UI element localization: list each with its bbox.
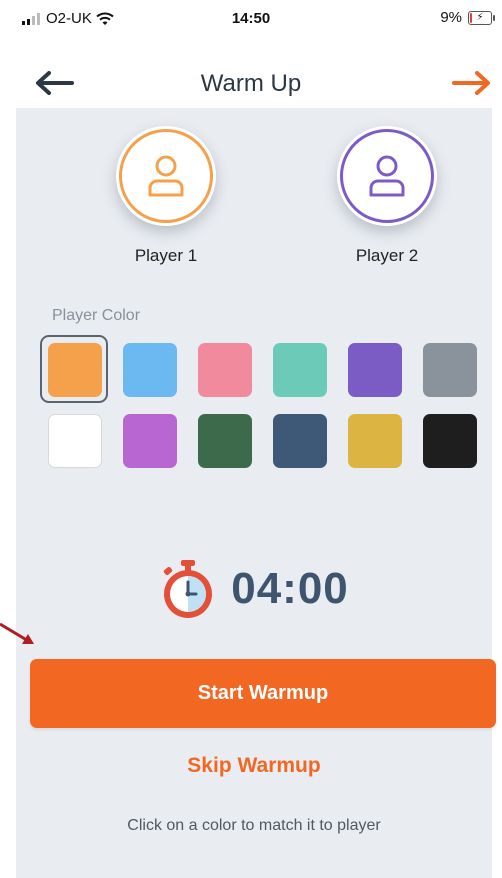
player-2-name: Player 2 xyxy=(355,246,419,265)
color-swatch[interactable] xyxy=(123,414,177,468)
player-2-avatar[interactable] xyxy=(337,126,437,226)
player-color-label: Player Color xyxy=(52,307,141,324)
battery-percent: 9% xyxy=(440,9,462,26)
color-swatch[interactable] xyxy=(423,343,477,397)
nav-header: Warm Up xyxy=(0,58,502,108)
user-icon xyxy=(369,155,405,197)
status-bar: O2-UK 14:50 9% ⚡ xyxy=(0,0,502,40)
start-warmup-button[interactable]: Start Warmup xyxy=(30,659,496,728)
color-swatch[interactable] xyxy=(273,343,327,397)
player-1-avatar[interactable] xyxy=(116,126,216,226)
timer-value: 04:00 xyxy=(231,564,349,613)
status-time: 14:50 xyxy=(231,10,271,27)
annotation-arrow-icon xyxy=(0,622,34,644)
color-swatch[interactable] xyxy=(348,343,402,397)
battery-info: 9% ⚡ xyxy=(440,9,495,26)
skip-warmup-button[interactable]: Skip Warmup xyxy=(16,754,492,778)
stopwatch-icon xyxy=(164,560,213,618)
player-2[interactable]: Player 2 xyxy=(312,126,462,266)
color-swatch[interactable] xyxy=(198,414,252,468)
page-title: Warm Up xyxy=(200,70,302,97)
selected-swatch-ring xyxy=(40,335,108,403)
warmup-panel: Player 1 Player 2 Player Color 04:00 Sta… xyxy=(16,108,496,878)
color-swatch[interactable] xyxy=(273,414,327,468)
color-hint-text: Click on a color to match it to player xyxy=(127,817,381,834)
color-swatch[interactable] xyxy=(48,414,102,468)
battery-icon: ⚡ xyxy=(468,10,495,25)
players-row: Player 1 Player 2 xyxy=(16,126,492,276)
player-1[interactable]: Player 1 xyxy=(91,126,241,266)
user-icon xyxy=(148,155,184,197)
color-swatch[interactable] xyxy=(198,343,252,397)
color-swatch[interactable] xyxy=(123,343,177,397)
warmup-timer: 04:00 xyxy=(16,558,492,620)
color-swatch[interactable] xyxy=(348,414,402,468)
player-1-name: Player 1 xyxy=(134,246,198,265)
arrow-right-icon[interactable] xyxy=(452,70,492,96)
color-swatch[interactable] xyxy=(40,335,108,403)
color-swatch[interactable] xyxy=(423,414,477,468)
